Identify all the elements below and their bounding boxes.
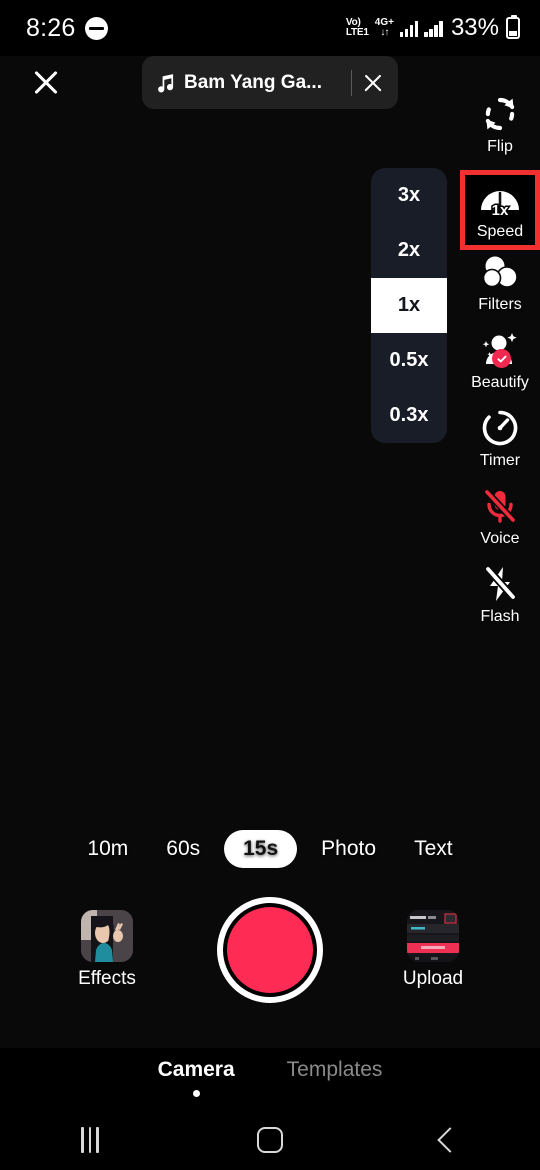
bottom-tabs: Camera Templates — [0, 1048, 540, 1110]
tab-active-indicator — [192, 1090, 200, 1097]
music-selector-pill[interactable]: Bam Yang Ga... — [142, 56, 398, 109]
tool-beautify-label: Beautify — [471, 374, 529, 391]
record-button-inner — [227, 907, 313, 993]
tool-filters-label: Filters — [478, 296, 522, 313]
status-bar-left: 8:26 — [26, 13, 109, 43]
tab-camera-label: Camera — [157, 1058, 235, 1081]
tool-flash[interactable]: Flash — [460, 562, 540, 640]
data-arrows-icon: ↓↑ — [380, 27, 389, 38]
tool-voice[interactable]: Voice — [460, 484, 540, 562]
mode-10m[interactable]: 10m — [73, 830, 142, 868]
filters-icon — [479, 250, 521, 294]
effects-label: Effects — [78, 968, 136, 989]
speed-options-panel: 3x 2x 1x 0.5x 0.3x — [371, 168, 447, 443]
effects-button[interactable]: Effects — [62, 910, 152, 990]
tool-timer-label: Timer — [479, 452, 521, 469]
upload-label: Upload — [402, 968, 464, 989]
mode-15s[interactable]: 15s — [224, 830, 298, 868]
mode-selector: 10m 60s 15s Photo Text — [0, 828, 540, 870]
music-note-icon — [158, 73, 174, 92]
tab-camera[interactable]: Camera — [158, 1058, 235, 1097]
signal-bars-icon-1 — [399, 19, 419, 37]
network-indicator: 4G+ ↓↑ — [375, 18, 394, 38]
mode-text[interactable]: Text — [400, 830, 467, 868]
top-bar: Bam Yang Ga... — [0, 56, 540, 126]
recents-icon[interactable] — [45, 1110, 135, 1170]
speed-option-03x[interactable]: 0.3x — [371, 388, 447, 443]
status-bar-right: Vo) LTE1 4G+ ↓↑ 33% — [346, 14, 520, 42]
upload-thumbnail — [407, 910, 459, 962]
flash-off-icon — [479, 562, 521, 606]
upload-button[interactable]: Upload — [388, 910, 478, 990]
tab-templates-label: Templates — [286, 1058, 383, 1081]
speed-option-3x[interactable]: 3x — [371, 168, 447, 223]
mode-photo[interactable]: Photo — [307, 830, 390, 868]
pill-divider — [351, 69, 352, 96]
record-button[interactable] — [217, 897, 323, 1003]
timer-icon — [479, 406, 521, 450]
speedometer-icon: 1x — [478, 177, 522, 221]
camera-screen: 8:26 Vo) LTE1 4G+ ↓↑ 33% Bam Yang Ga... — [0, 0, 540, 1170]
tool-filters[interactable]: Filters — [460, 250, 540, 328]
status-time: 8:26 — [26, 13, 76, 42]
speed-value-text: 1x — [492, 202, 509, 216]
beautify-icon — [478, 328, 522, 372]
volte-indicator: Vo) LTE1 — [346, 18, 369, 38]
volte-line-2: LTE1 — [345, 27, 369, 38]
battery-icon — [506, 15, 520, 39]
tool-speed[interactable]: 1x Speed — [460, 170, 540, 250]
tool-beautify[interactable]: Beautify — [460, 328, 540, 406]
back-icon[interactable] — [405, 1110, 495, 1170]
capture-row: Effects Upload — [0, 890, 540, 1010]
do-not-disturb-icon — [85, 16, 109, 40]
signal-bars-icon-2 — [424, 19, 443, 37]
tool-rail: Flip 1x Speed Filters Beautify Timer Voi… — [460, 92, 540, 640]
effects-thumbnail — [81, 910, 133, 962]
speed-option-05x[interactable]: 0.5x — [371, 333, 447, 388]
speed-option-2x[interactable]: 2x — [371, 223, 447, 278]
speed-option-1x[interactable]: 1x — [371, 278, 447, 333]
tool-speed-label: Speed — [476, 223, 524, 240]
home-icon[interactable] — [225, 1110, 315, 1170]
status-bar: 8:26 Vo) LTE1 4G+ ↓↑ 33% — [0, 0, 540, 56]
music-title: Bam Yang Ga... — [184, 71, 322, 93]
mode-60s[interactable]: 60s — [152, 830, 214, 868]
tool-voice-label: Voice — [480, 530, 520, 547]
battery-percent: 33% — [450, 14, 499, 41]
tool-flash-label: Flash — [480, 608, 520, 625]
microphone-muted-icon — [479, 484, 521, 528]
beautify-enabled-badge — [492, 349, 511, 368]
remove-music-icon[interactable] — [362, 72, 384, 94]
close-icon[interactable] — [28, 64, 64, 100]
android-nav-bar — [0, 1110, 540, 1170]
tool-flip-label: Flip — [487, 138, 513, 155]
tab-templates[interactable]: Templates — [287, 1058, 383, 1082]
tool-timer[interactable]: Timer — [460, 406, 540, 484]
